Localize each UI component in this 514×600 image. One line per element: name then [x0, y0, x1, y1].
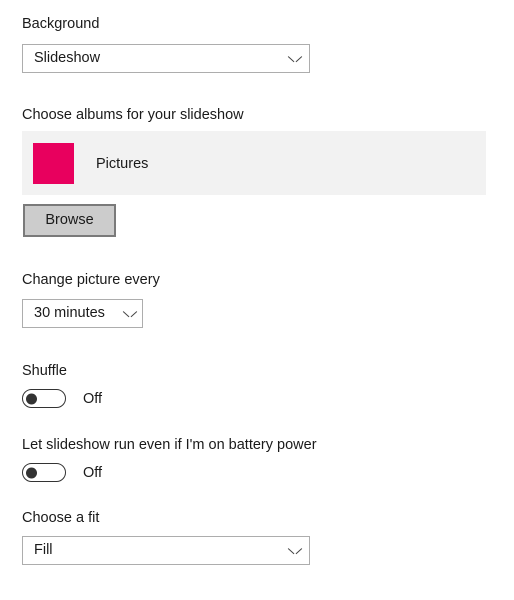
- chevron-down-icon: [288, 544, 301, 557]
- choose-a-fit-value: Fill: [34, 542, 53, 558]
- choose-a-fit-label: Choose a fit: [22, 510, 100, 526]
- list-item[interactable]: Pictures: [33, 143, 148, 184]
- change-picture-interval-dropdown[interactable]: 30 minutes: [22, 299, 143, 328]
- battery-power-toggle-state: Off: [83, 464, 103, 481]
- toggle-knob: [26, 393, 37, 404]
- background-type-value: Slideshow: [34, 50, 101, 66]
- shuffle-toggle-state: Off: [83, 390, 103, 407]
- choose-a-fit-dropdown[interactable]: Fill: [22, 536, 310, 565]
- chevron-down-icon: [288, 52, 301, 65]
- album-name: Pictures: [96, 155, 149, 172]
- album-list-panel: Pictures: [22, 131, 486, 195]
- background-type-dropdown[interactable]: Slideshow: [22, 44, 310, 73]
- battery-power-label: Let slideshow run even if I'm on battery…: [22, 437, 317, 453]
- battery-power-toggle-row: Off: [22, 463, 102, 482]
- album-thumbnail: [33, 143, 74, 184]
- background-label: Background: [22, 16, 100, 32]
- shuffle-toggle-row: Off: [22, 389, 102, 408]
- browse-button[interactable]: Browse: [23, 204, 116, 237]
- background-settings-page: Background Slideshow Choose albums for y…: [0, 0, 514, 600]
- toggle-knob: [26, 467, 37, 478]
- choose-albums-label: Choose albums for your slideshow: [22, 107, 244, 123]
- change-picture-interval-value: 30 minutes: [34, 305, 105, 321]
- battery-power-toggle[interactable]: [22, 463, 66, 482]
- shuffle-toggle[interactable]: [22, 389, 66, 408]
- chevron-down-icon: [123, 307, 136, 320]
- shuffle-label: Shuffle: [22, 363, 67, 379]
- change-picture-every-label: Change picture every: [22, 272, 160, 288]
